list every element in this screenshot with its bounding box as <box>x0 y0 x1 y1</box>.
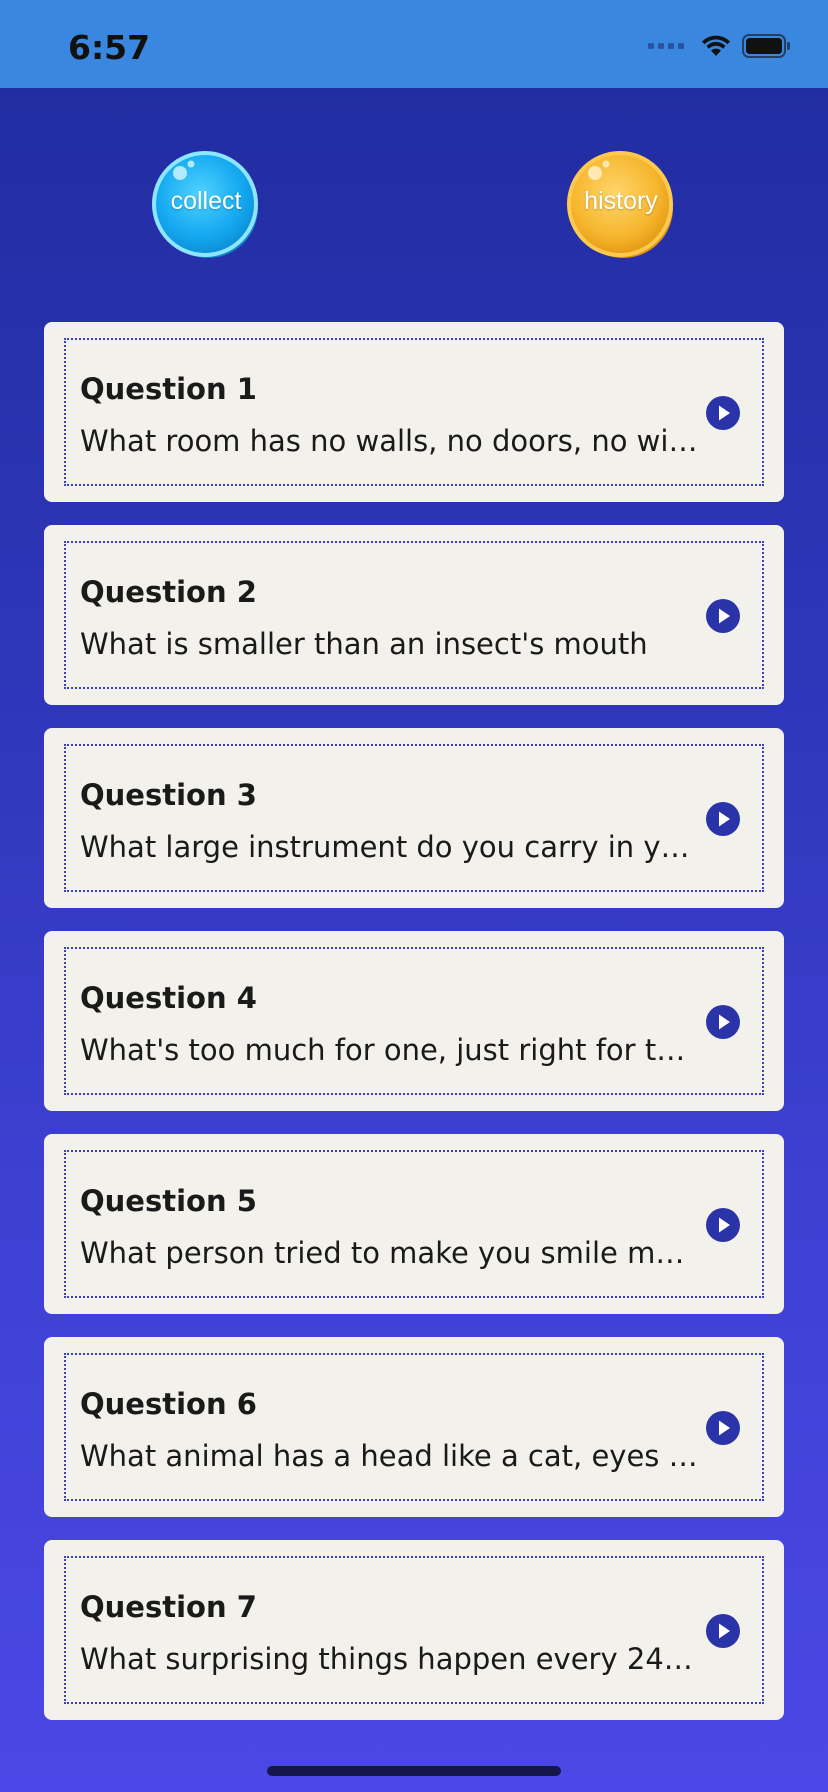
question-card[interactable]: Question 1 What room has no walls, no do… <box>44 322 784 502</box>
home-indicator[interactable] <box>267 1766 561 1776</box>
play-circle-icon[interactable] <box>706 1411 740 1445</box>
question-text: What large instrument do you carry in yo… <box>80 830 700 864</box>
question-text: What's too much for one, just right for … <box>80 1033 700 1067</box>
question-text: What person tried to make you smile most… <box>80 1236 700 1270</box>
card-dotted-border <box>64 338 764 486</box>
card-dotted-border <box>64 1556 764 1704</box>
status-bar: 6:57 <box>0 0 828 88</box>
question-card[interactable]: Question 3 What large instrument do you … <box>44 728 784 908</box>
collect-button[interactable]: collect <box>150 148 262 260</box>
card-dotted-border <box>64 1353 764 1501</box>
card-dotted-border <box>64 541 764 689</box>
play-circle-icon[interactable] <box>706 599 740 633</box>
play-circle-icon[interactable] <box>706 1614 740 1648</box>
question-card[interactable]: Question 4 What's too much for one, just… <box>44 931 784 1111</box>
play-circle-icon[interactable] <box>706 1208 740 1242</box>
question-text: What surprising things happen every 24 h… <box>80 1642 700 1676</box>
play-circle-icon[interactable] <box>706 396 740 430</box>
history-button-label: history <box>584 186 658 215</box>
question-card[interactable]: Question 5 What person tried to make you… <box>44 1134 784 1314</box>
question-text: What animal has a head like a cat, eyes … <box>80 1439 700 1473</box>
play-circle-icon[interactable] <box>706 1005 740 1039</box>
question-text: What room has no walls, no doors, no win… <box>80 424 700 458</box>
wifi-icon <box>702 35 730 56</box>
question-title: Question 3 <box>80 778 257 812</box>
question-list: Question 1 What room has no walls, no do… <box>44 322 784 1743</box>
card-dotted-border <box>64 744 764 892</box>
play-circle-icon[interactable] <box>706 802 740 836</box>
question-card[interactable]: Question 6 What animal has a head like a… <box>44 1337 784 1517</box>
question-card[interactable]: Question 2 What is smaller than an insec… <box>44 525 784 705</box>
cellular-signal-icon <box>648 43 684 49</box>
question-title: Question 1 <box>80 372 257 406</box>
card-dotted-border <box>64 947 764 1095</box>
question-title: Question 5 <box>80 1184 257 1218</box>
question-text: What is smaller than an insect's mouth <box>80 627 648 661</box>
card-dotted-border <box>64 1150 764 1298</box>
question-title: Question 6 <box>80 1387 257 1421</box>
status-icons <box>648 34 792 58</box>
collect-button-label: collect <box>170 186 242 215</box>
question-title: Question 4 <box>80 981 257 1015</box>
question-title: Question 7 <box>80 1590 257 1624</box>
battery-icon <box>742 34 790 58</box>
history-button[interactable]: history <box>565 148 677 260</box>
question-title: Question 2 <box>80 575 257 609</box>
question-card[interactable]: Question 7 What surprising things happen… <box>44 1540 784 1720</box>
status-time: 6:57 <box>68 28 151 67</box>
